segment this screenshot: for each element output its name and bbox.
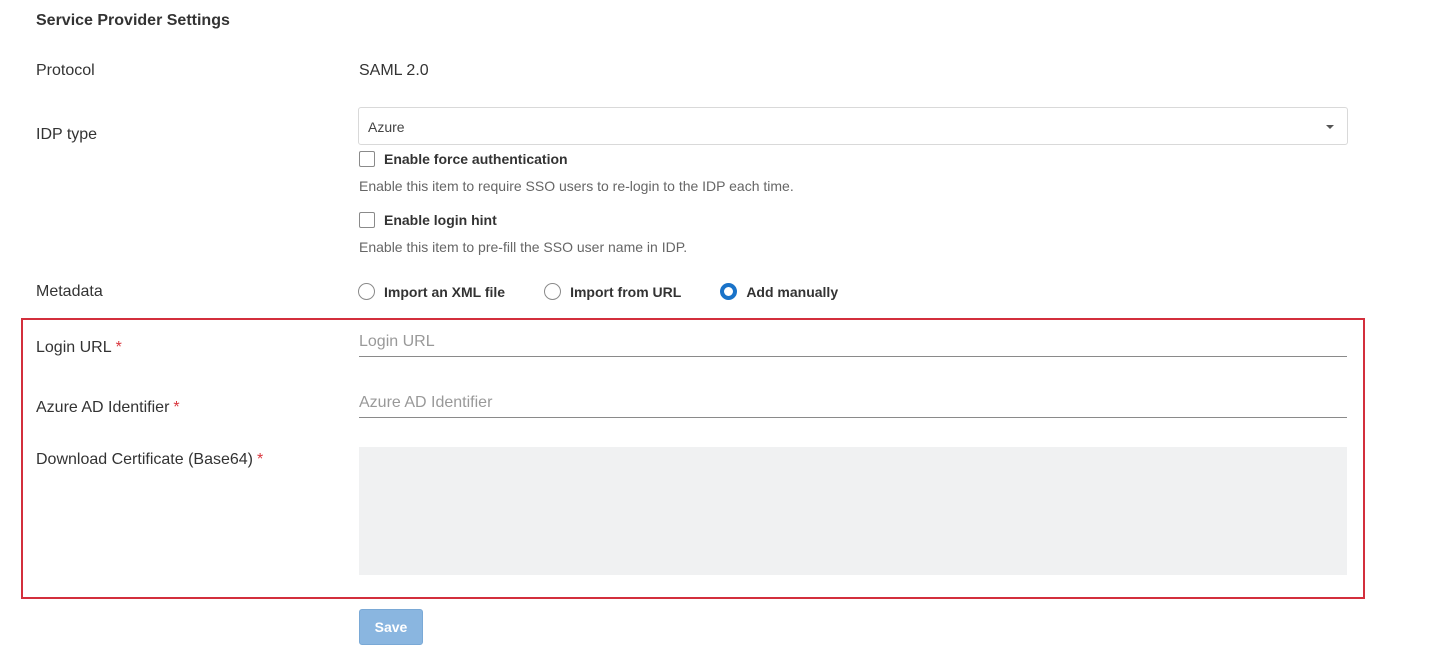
azure-ad-identifier-label-text: Azure AD Identifier [36, 399, 170, 416]
login-hint-help: Enable this item to pre-fill the SSO use… [359, 239, 688, 255]
radio-add-manually[interactable]: Add manually [720, 283, 838, 300]
force-auth-help: Enable this item to require SSO users to… [359, 178, 794, 194]
certificate-textarea[interactable] [359, 447, 1347, 575]
force-auth-option[interactable]: Enable force authentication [359, 151, 568, 167]
required-asterisk: * [173, 399, 180, 416]
metadata-label: Metadata [36, 283, 103, 300]
login-url-label: Login URL * [36, 339, 122, 357]
protocol-value: SAML 2.0 [359, 62, 429, 79]
login-hint-label: Enable login hint [384, 212, 497, 228]
radio-import-xml-indicator[interactable] [358, 283, 375, 300]
required-asterisk: * [257, 451, 264, 468]
section-title: Service Provider Settings [36, 12, 230, 29]
required-asterisk: * [115, 339, 122, 356]
idp-type-selected-value: Azure [368, 119, 405, 135]
radio-import-url-label: Import from URL [570, 283, 682, 300]
login-hint-checkbox[interactable] [359, 212, 375, 228]
login-url-label-text: Login URL [36, 339, 112, 356]
idp-type-label: IDP type [36, 126, 98, 143]
radio-add-manually-indicator[interactable] [720, 283, 738, 300]
radio-add-manually-label: Add manually [746, 283, 839, 300]
force-auth-checkbox[interactable] [359, 151, 375, 167]
force-auth-label: Enable force authentication [384, 151, 568, 167]
azure-ad-identifier-label: Azure AD Identifier * [36, 399, 180, 417]
idp-type-select[interactable]: Azure [358, 107, 1348, 145]
metadata-radio-group: Import an XML file Import from URL Add m… [358, 283, 877, 300]
login-hint-option[interactable]: Enable login hint [359, 212, 497, 228]
chevron-down-icon [1326, 125, 1334, 129]
certificate-label: Download Certificate (Base64) * [36, 451, 263, 469]
login-url-input[interactable] [359, 327, 1347, 357]
azure-ad-identifier-input[interactable] [359, 388, 1347, 418]
radio-import-xml-label: Import an XML file [384, 283, 506, 300]
certificate-label-text: Download Certificate (Base64) [36, 451, 253, 468]
radio-import-url[interactable]: Import from URL [544, 283, 681, 300]
save-button[interactable]: Save [359, 609, 423, 645]
protocol-label: Protocol [36, 62, 95, 79]
radio-import-xml[interactable]: Import an XML file [358, 283, 505, 300]
radio-import-url-indicator[interactable] [544, 283, 562, 300]
